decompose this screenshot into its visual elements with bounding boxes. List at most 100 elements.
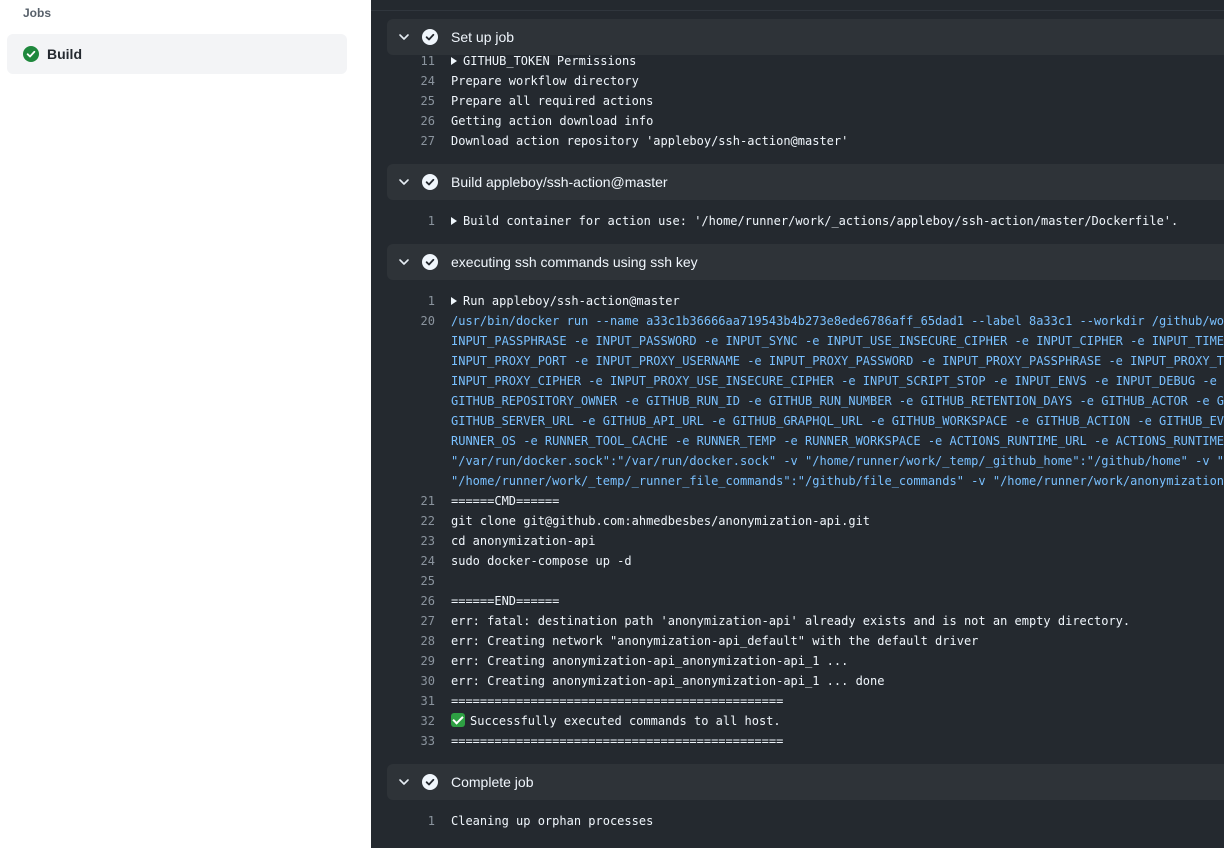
log-line: 25 Prepare all required actions (371, 91, 1224, 111)
line-number[interactable]: 20 (411, 311, 435, 331)
log-line: 25 (371, 571, 1224, 591)
log-line: INPUT_PASSPHRASE -e INPUT_PASSWORD -e IN… (371, 331, 1224, 351)
line-number[interactable]: 11 (411, 51, 435, 71)
line-number[interactable]: 24 (411, 71, 435, 91)
line-number[interactable]: 26 (411, 111, 435, 131)
line-number[interactable]: 33 (411, 731, 435, 751)
line-number[interactable]: 1 (411, 291, 435, 311)
line-number[interactable]: 1 (411, 811, 435, 831)
line-content: err: Creating anonymization-api_anonymiz… (451, 654, 849, 668)
line-content: Download action repository 'appleboy/ssh… (451, 134, 849, 148)
line-number[interactable]: 29 (411, 651, 435, 671)
log-line: 27 Download action repository 'appleboy/s… (371, 131, 1224, 151)
line-content: INPUT_PASSPHRASE -e INPUT_PASSWORD -e IN… (451, 334, 1224, 348)
chevron-down-icon[interactable] (396, 174, 412, 190)
check-emoji-icon (451, 713, 465, 727)
log-line: 28 err: Creating network "anonymization-a… (371, 631, 1224, 651)
expand-triangle-icon[interactable] (451, 217, 457, 225)
line-number[interactable]: 32 (411, 711, 435, 731)
job-label: Build (47, 46, 82, 62)
line-text: Cleaning up orphan processes (451, 811, 653, 831)
line-content: git clone git@github.com:ahmedbesbes/ano… (451, 514, 871, 528)
line-content: err: fatal: destination path 'anonymizat… (451, 614, 1131, 628)
line-content: ========================================… (451, 694, 784, 708)
line-content: ======END====== (451, 594, 560, 608)
log-line: 1 Run appleboy/ssh-action@master (371, 291, 1224, 311)
line-number[interactable]: 28 (411, 631, 435, 651)
line-text: err: Creating network "anonymization-api… (451, 631, 978, 651)
log-line: 32 Successfully executed commands to all … (371, 711, 1224, 731)
chevron-down-icon[interactable] (396, 29, 412, 45)
line-text: git clone git@github.com:ahmedbesbes/ano… (451, 511, 870, 531)
line-text: Successfully executed commands to all ho… (451, 711, 781, 731)
chevron-down-icon[interactable] (396, 774, 412, 790)
log-line: 24 sudo docker-compose up -d (371, 551, 1224, 571)
step-header[interactable]: Set up job (387, 19, 1224, 55)
line-content: Successfully executed commands to all ho… (470, 714, 781, 728)
line-number[interactable]: 22 (411, 511, 435, 531)
line-content: Prepare workflow directory (451, 74, 639, 88)
line-text: Build container for action use: '/home/r… (451, 211, 1178, 231)
success-check-icon (422, 174, 438, 190)
line-content: RUNNER_OS -e RUNNER_TOOL_CACHE -e RUNNER… (451, 434, 1224, 448)
line-text: Getting action download info (451, 111, 653, 131)
line-text: GITHUB_TOKEN Permissions (451, 51, 636, 71)
line-number[interactable]: 24 (411, 551, 435, 571)
line-text: Run appleboy/ssh-action@master (451, 291, 680, 311)
line-content: /usr/bin/docker run --name a33c1b36666aa… (451, 314, 1224, 328)
expand-triangle-icon[interactable] (451, 57, 457, 65)
log-line: 24 Prepare workflow directory (371, 71, 1224, 91)
line-content: Build container for action use: '/home/r… (463, 214, 1179, 228)
step-header[interactable]: Complete job (387, 764, 1224, 800)
line-content: ========================================… (451, 734, 784, 748)
line-text: RUNNER_OS -e RUNNER_TOOL_CACHE -e RUNNER… (451, 431, 1224, 451)
log-line: 31 ======================================… (371, 691, 1224, 711)
line-content: sudo docker-compose up -d (451, 554, 632, 568)
step-title: Complete job (451, 774, 534, 790)
line-text: /usr/bin/docker run --name a33c1b36666aa… (451, 311, 1224, 331)
line-content: GITHUB_REPOSITORY_OWNER -e GITHUB_RUN_ID… (451, 394, 1224, 408)
line-number[interactable]: 27 (411, 611, 435, 631)
log-line: 27 err: fatal: destination path 'anonymiz… (371, 611, 1224, 631)
log-line: 22 git clone git@github.com:ahmedbesbes/a… (371, 511, 1224, 531)
log-line: INPUT_PROXY_CIPHER -e INPUT_PROXY_USE_IN… (371, 371, 1224, 391)
log-line: 20/usr/bin/docker run --name a33c1b36666… (371, 311, 1224, 331)
line-content: Prepare all required actions (451, 94, 654, 108)
line-content: GITHUB_SERVER_URL -e GITHUB_API_URL -e G… (451, 414, 1224, 428)
expand-triangle-icon[interactable] (451, 297, 457, 305)
line-number[interactable]: 31 (411, 691, 435, 711)
line-text: err: Creating anonymization-api_anonymiz… (451, 651, 848, 671)
line-content: err: Creating network "anonymization-api… (451, 634, 979, 648)
line-content: "/home/runner/work/_temp/_runner_file_co… (451, 474, 1224, 488)
line-content: cd anonymization-api (451, 534, 596, 548)
step-header[interactable]: Build appleboy/ssh-action@master (387, 164, 1224, 200)
line-text: err: Creating anonymization-api_anonymiz… (451, 671, 884, 691)
line-number[interactable]: 26 (411, 591, 435, 611)
divider (371, 10, 1224, 11)
line-text: Prepare workflow directory (451, 71, 639, 91)
line-number[interactable]: 30 (411, 671, 435, 691)
line-number[interactable]: 27 (411, 131, 435, 151)
line-content: Cleaning up orphan processes (451, 814, 654, 828)
line-text: Prepare all required actions (451, 91, 653, 111)
line-text: err: fatal: destination path 'anonymizat… (451, 611, 1130, 631)
line-content: Getting action download info (451, 114, 654, 128)
line-number[interactable]: 21 (411, 491, 435, 511)
line-number[interactable]: 25 (411, 571, 435, 591)
line-number[interactable]: 1 (411, 211, 435, 231)
line-number[interactable]: 23 (411, 531, 435, 551)
step-header[interactable]: executing ssh commands using ssh key (387, 244, 1224, 280)
log-line: 30 err: Creating anonymization-api_anonym… (371, 671, 1224, 691)
line-text: Download action repository 'appleboy/ssh… (451, 131, 848, 151)
line-text: ======CMD====== (451, 491, 559, 511)
line-content: INPUT_PROXY_PORT -e INPUT_PROXY_USERNAME… (451, 354, 1224, 368)
log-line: 23 cd anonymization-api (371, 531, 1224, 551)
line-number[interactable]: 25 (411, 91, 435, 111)
log-line: 1 Build container for action use: '/home/… (371, 211, 1224, 231)
chevron-down-icon[interactable] (396, 254, 412, 270)
line-text: cd anonymization-api (451, 531, 596, 551)
job-item-build[interactable]: Build (7, 34, 347, 74)
line-content: INPUT_PROXY_CIPHER -e INPUT_PROXY_USE_IN… (451, 374, 1217, 388)
log-line: "/var/run/docker.sock":"/var/run/docker.… (371, 451, 1224, 471)
log-line: 11 GITHUB_TOKEN Permissions (371, 51, 1224, 71)
